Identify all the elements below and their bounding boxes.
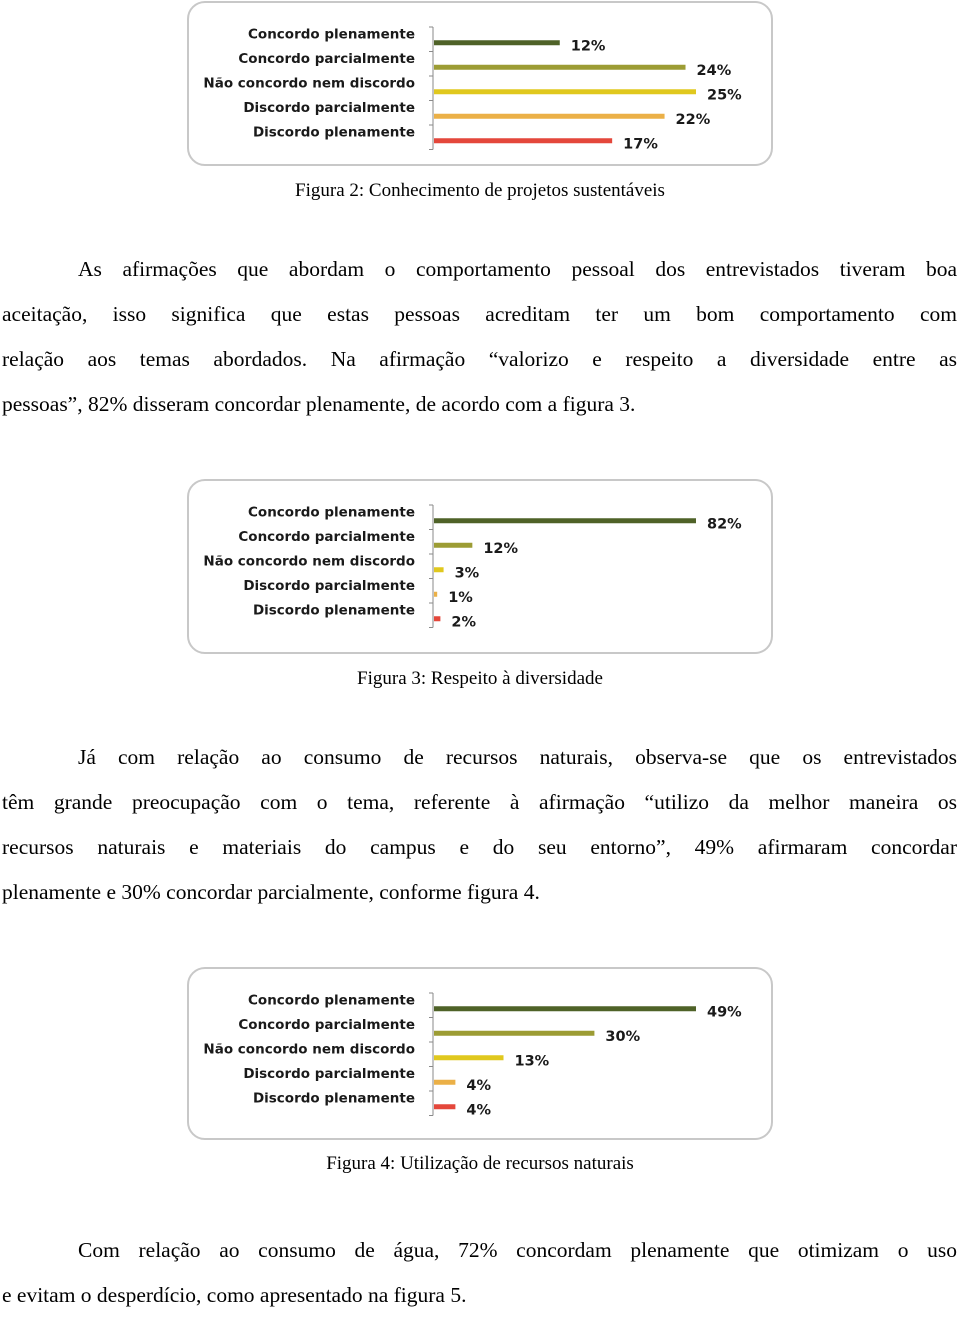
data-label: 17%: [623, 136, 658, 152]
category-label: Discordo plenamente: [253, 1090, 415, 1106]
bar: [434, 1055, 504, 1061]
category-label: Não concordo nem discordo: [203, 1041, 415, 1057]
paragraph-1: As afirmações que abordam o comportament…: [2, 247, 957, 427]
chart-figura-4: Concordo plenamente 49% Concordo parcialme…: [187, 967, 773, 1140]
paragraph-2-line: recursos naturais e materiais do campus …: [2, 835, 957, 859]
paragraph-3: Com relação ao consumo de água, 72% conc…: [2, 1228, 957, 1318]
paragraph-1-line: As afirmações que abordam o comportament…: [78, 257, 957, 281]
data-label: 22%: [676, 112, 711, 128]
data-label: 49%: [707, 1004, 742, 1020]
chart-figura-3: Concordo plenamente 82% Concordo parcialme…: [187, 479, 773, 654]
caption-figura-4: Figura 4: Utilização de recursos naturai…: [326, 1153, 634, 1174]
paragraph-1-line: relação aos temas abordados. Na afirmaçã…: [2, 347, 957, 371]
paragraph-3-line: e evitam o desperdício, como apresentado…: [2, 1283, 467, 1307]
category-label: Concordo plenamente: [248, 504, 415, 520]
data-label: 25%: [707, 87, 742, 103]
caption-figura-2: Figura 2: Conhecimento de projetos suste…: [295, 180, 665, 201]
paragraph-1-line: aceitação, isso significa que estas pess…: [2, 302, 957, 326]
category-label: Não concordo nem discordo: [203, 553, 415, 569]
chart-figura-3-svg: Concordo plenamente 82% Concordo parcialme…: [203, 504, 742, 630]
category-label: Não concordo nem discordo: [203, 75, 415, 91]
paragraph-1-line: pessoas”, 82% disseram concordar plename…: [2, 392, 636, 416]
data-label: 12%: [571, 38, 606, 54]
bar: [434, 113, 665, 119]
category-label: Concordo parcialmente: [238, 1017, 415, 1033]
data-label: 4%: [466, 1078, 491, 1094]
chart-figura-4-svg: Concordo plenamente 49% Concordo parcialme…: [203, 992, 742, 1118]
bar: [434, 1030, 595, 1036]
bar: [434, 1079, 456, 1085]
paragraph-2-line: Já com relação ao consumo de recursos na…: [78, 745, 957, 769]
bar: [434, 518, 696, 524]
category-label: Discordo parcialmente: [243, 100, 415, 116]
bar: [434, 89, 696, 95]
category-label: Concordo parcialmente: [238, 529, 415, 545]
data-label: 30%: [605, 1029, 640, 1045]
category-label: Concordo parcialmente: [238, 51, 415, 67]
data-label: 24%: [697, 63, 732, 79]
paragraph-3-line: Com relação ao consumo de água, 72% conc…: [78, 1238, 957, 1262]
chart-figura-2-svg: Concordo plenamente 12% Concordo parcialme…: [203, 26, 742, 152]
bar: [434, 64, 686, 70]
data-label: 12%: [483, 541, 518, 557]
data-label: 3%: [455, 565, 480, 581]
data-label: 4%: [466, 1102, 491, 1118]
data-label: 82%: [707, 516, 742, 532]
caption-figura-3: Figura 3: Respeito à diversidade: [357, 668, 603, 689]
bar: [434, 567, 444, 573]
data-label: 1%: [448, 590, 473, 606]
category-label: Discordo plenamente: [253, 602, 415, 618]
chart-figura-2: Concordo plenamente 12% Concordo parcialme…: [187, 1, 773, 166]
bar: [434, 1006, 696, 1012]
category-label: Discordo plenamente: [253, 124, 415, 140]
bar: [434, 591, 438, 597]
bar: [434, 40, 560, 46]
category-label: Discordo parcialmente: [243, 578, 415, 594]
category-label: Concordo plenamente: [248, 992, 415, 1008]
data-label: 2%: [451, 614, 476, 630]
category-label: Discordo parcialmente: [243, 1066, 415, 1082]
category-label: Concordo plenamente: [248, 26, 415, 42]
data-label: 13%: [515, 1053, 550, 1069]
paragraph-2-line: plenamente e 30% concordar parcialmente,…: [2, 880, 540, 904]
bar: [434, 1104, 456, 1110]
bar: [434, 616, 441, 622]
bar: [434, 542, 473, 548]
paragraph-2: Já com relação ao consumo de recursos na…: [2, 735, 957, 915]
paragraph-2-line: têm grande preocupação com o tema, refer…: [2, 790, 957, 814]
bar: [434, 138, 613, 144]
